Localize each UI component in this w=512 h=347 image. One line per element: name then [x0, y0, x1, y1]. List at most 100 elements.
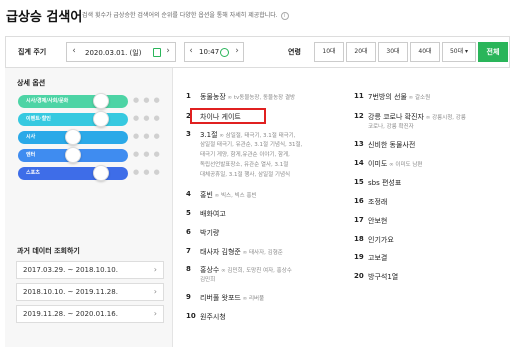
rank-keyword[interactable]: 원주시청	[200, 312, 226, 322]
option-dots: ● ● ●	[133, 168, 161, 176]
option-label: 엔터	[26, 152, 36, 158]
age-button-40[interactable]: 40대	[410, 42, 440, 62]
chevron-right-icon[interactable]: ›	[163, 46, 173, 56]
rank-keyword[interactable]: 이미도 ∞ 이미도 남편	[368, 159, 422, 169]
rank-keyword[interactable]: 배화여고	[200, 209, 226, 219]
age-button-all[interactable]: 전체	[478, 42, 508, 62]
rank-number: 5	[186, 209, 191, 217]
rank-keyword[interactable]: 고보결	[368, 253, 387, 263]
highlight-box	[190, 108, 266, 124]
clock-icon[interactable]	[220, 48, 229, 57]
rank-keyword[interactable]: 7번방의 선물 ∞ 갈소원	[368, 92, 430, 102]
option-label: 시사	[26, 134, 36, 140]
rank-number: 16	[354, 197, 364, 205]
related-keywords-line: 코로나, 강릉 확진자	[368, 124, 414, 130]
calendar-icon[interactable]	[153, 48, 161, 57]
rank-keyword[interactable]: 태사자 김형준 ∞ 태사자, 김형준	[200, 247, 283, 257]
option-toggle[interactable]: 스포츠	[18, 165, 128, 181]
range-text: 2019.11.28. ~ 2020.01.16.	[23, 310, 118, 318]
date-selector[interactable]: ‹ 2020.03.01. (일) ›	[66, 42, 176, 62]
rank-keyword[interactable]: 동물농장 ∞ tv동물농장, 동물농장 결방	[200, 92, 295, 102]
toggle-knob[interactable]	[65, 147, 81, 163]
option-toggle[interactable]: 시사/경제/사회/문화	[18, 93, 128, 109]
rank-number: 4	[186, 190, 191, 198]
rank-keyword[interactable]: sbs 편성표	[368, 178, 401, 188]
option-dots: ● ● ●	[133, 96, 161, 104]
detail-options-title: 상세 옵션	[17, 79, 46, 87]
rank-keyword[interactable]: 신비한 동물사전	[368, 140, 415, 150]
sidebar: 상세 옵션 시사/경제/사회/문화 ● ● ● 이벤트·할인 ● ● ● 시사 ● ● ●…	[5, 68, 173, 347]
period-label: 집계 주기	[18, 48, 47, 56]
rank-keyword[interactable]: 홍상수 ∞ 김민희, 도망친 여자, 홍상수	[200, 265, 292, 275]
past-range-2[interactable]: 2018.10.10. ~ 2019.11.28. ›	[16, 283, 164, 301]
related-keywords: ∞ 태사자, 김형준	[240, 250, 283, 256]
rank-number: 6	[186, 228, 191, 236]
option-label: 이벤트·할인	[26, 116, 51, 122]
chevron-left-icon[interactable]: ‹	[69, 46, 79, 56]
chevron-right-icon: ›	[153, 265, 157, 274]
option-label: 시사/경제/사회/문화	[26, 98, 69, 104]
option-label: 스포츠	[26, 170, 40, 176]
rank-number: 8	[186, 265, 191, 273]
option-toggle[interactable]: 이벤트·할인	[18, 111, 128, 127]
time-value: 10:47	[199, 48, 220, 56]
age-button-50[interactable]: 50대 ▾	[442, 42, 476, 62]
rank-keyword[interactable]: 3.1절 ∞ 삼일절, 태극기, 3.1절 태극기,	[200, 130, 296, 140]
rank-number: 10	[186, 312, 196, 320]
rank-number: 7	[186, 247, 191, 255]
age-button-20[interactable]: 20대	[346, 42, 376, 62]
rank-number: 19	[354, 253, 364, 261]
toggle-knob[interactable]	[65, 129, 81, 145]
related-keywords: ∞ 갈소원	[406, 95, 431, 101]
date-value: 2020.03.01. (일)	[85, 49, 142, 57]
rank-keyword[interactable]: 안보현	[368, 216, 387, 226]
rank-keyword[interactable]: 홍빈 ∞ 빅스, 빅스 홍빈	[200, 190, 257, 200]
related-keywords-line: 김민희	[200, 277, 216, 283]
related-keywords-line: 독립선언발표장소, 유관순 열사, 3.1절	[200, 162, 289, 168]
chevron-right-icon: ›	[153, 287, 157, 296]
option-dots: ● ● ●	[133, 132, 161, 140]
rank-keyword[interactable]: 조정래	[368, 197, 387, 207]
rank-number: 1	[186, 92, 191, 100]
toggle-knob[interactable]	[93, 111, 109, 127]
age-button-30[interactable]: 30대	[378, 42, 408, 62]
past-range-3[interactable]: 2019.11.28. ~ 2020.01.16. ›	[16, 305, 164, 323]
option-toggle[interactable]: 엔터	[18, 147, 128, 163]
toggle-knob[interactable]	[93, 93, 109, 109]
age-button-10[interactable]: 10대	[314, 42, 344, 62]
page-subtitle: 검색 횟수가 급상승한 검색어의 순위를 다양한 옵션을 통해 자세히 제공합니…	[82, 10, 289, 20]
option-dots: ● ● ●	[133, 114, 161, 122]
rank-keyword[interactable]: 인기가요	[368, 235, 394, 245]
page-title: 급상승 검색어	[6, 10, 83, 25]
rank-keyword[interactable]: 강릉 코로나 확진자 ∞ 강릉시청, 강릉	[368, 112, 466, 122]
time-selector[interactable]: ‹ 10:47 ›	[184, 42, 244, 62]
related-keywords-line: 대체공휴일, 3.1절 행사, 삼일절 기념식	[200, 172, 291, 178]
related-keywords: ∞ 이미도 남편	[387, 162, 423, 168]
past-range-1[interactable]: 2017.03.29. ~ 2018.10.10. ›	[16, 261, 164, 279]
rank-number: 12	[354, 112, 364, 120]
related-keywords: ∞ 삼일절, 태극기, 3.1절 태극기,	[217, 133, 296, 139]
related-keywords: ∞ 강릉시청, 강릉	[423, 115, 466, 121]
past-data-title: 과거 데이터 조회하기	[17, 247, 80, 255]
related-keywords: ∞ 빅스, 빅스 홍빈	[212, 193, 257, 199]
age-label: 연령	[288, 48, 301, 56]
related-keywords-line: 삼일절 태극기, 유관순, 3.1절 기념식, 31절,	[200, 142, 303, 148]
rank-keyword[interactable]: 방구석1열	[368, 272, 398, 282]
rank-keyword[interactable]: 박기량	[200, 228, 219, 238]
range-text: 2018.10.10. ~ 2019.11.28.	[23, 288, 118, 296]
rank-number: 18	[354, 235, 364, 243]
rank-number: 17	[354, 216, 364, 224]
rank-keyword[interactable]: 리버풀 왓포드 ∞ 리버풀	[200, 293, 264, 303]
chevron-left-icon[interactable]: ‹	[186, 46, 196, 56]
subtitle-text: 검색 횟수가 급상승한 검색어의 순위를 다양한 옵션을 통해 자세히 제공합니…	[82, 12, 278, 19]
range-text: 2017.03.29. ~ 2018.10.10.	[23, 266, 118, 274]
option-toggle[interactable]: 시사	[18, 129, 128, 145]
related-keywords: ∞ tv동물농장, 동물농장 결방	[225, 95, 296, 101]
rank-number: 20	[354, 272, 364, 280]
info-icon[interactable]: i	[280, 11, 289, 20]
related-keywords: ∞ 리버풀	[240, 296, 265, 302]
chevron-right-icon[interactable]: ›	[232, 46, 242, 56]
rank-number: 13	[354, 140, 364, 148]
chevron-right-icon: ›	[153, 309, 157, 318]
toggle-knob[interactable]	[93, 165, 109, 181]
